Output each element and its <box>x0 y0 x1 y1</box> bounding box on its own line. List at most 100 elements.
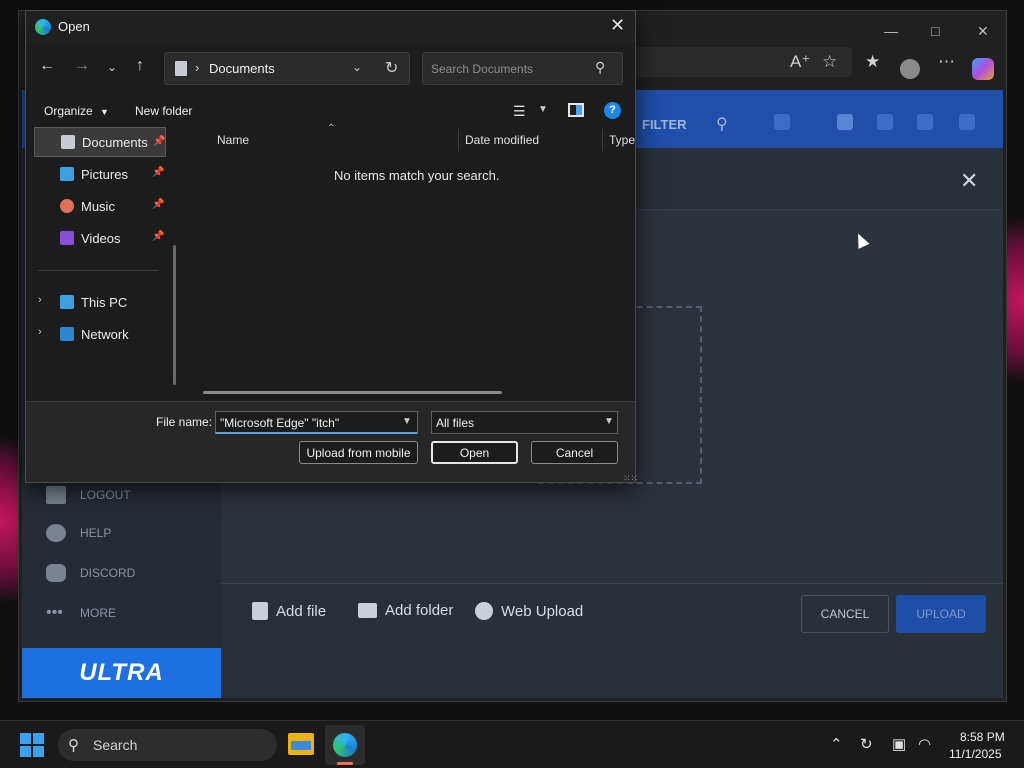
copilot-icon[interactable] <box>972 58 994 80</box>
chevron-down-icon[interactable]: ⌄ <box>352 60 362 74</box>
start-button[interactable] <box>20 733 44 757</box>
horizontal-scrollbar[interactable] <box>203 391 502 394</box>
network-icon[interactable]: ▣ <box>892 735 906 753</box>
grid-view-icon[interactable] <box>877 114 893 130</box>
refresh-icon[interactable]: ↻ <box>385 58 398 78</box>
column-header-type[interactable]: Type <box>609 133 635 147</box>
file-list-header: Name Date modified Type <box>190 127 635 155</box>
sidebar-item-discord[interactable]: DISCORD <box>46 564 135 582</box>
large-view-icon[interactable] <box>959 114 975 130</box>
new-folder-button[interactable]: New folder <box>135 104 192 118</box>
taskbar-search[interactable]: ⚲ Search <box>58 729 277 761</box>
file-type-select[interactable]: All files ▼ <box>431 411 618 434</box>
favorite-star-icon[interactable]: ☆ <box>822 52 837 72</box>
back-arrow-icon[interactable]: ← <box>39 57 55 75</box>
minimize-icon[interactable]: — <box>884 23 898 39</box>
sort-ascending-icon: ⌃ <box>327 123 336 134</box>
add-folder-icon <box>358 603 377 618</box>
column-header-name[interactable]: Name <box>217 133 249 147</box>
add-file-button[interactable]: Add file <box>252 602 326 620</box>
nav-item-pictures[interactable]: Pictures 📌 <box>34 159 166 189</box>
search-icon: ⚲ <box>68 737 79 754</box>
logout-icon <box>46 486 66 504</box>
videos-icon <box>60 231 74 245</box>
filter-label[interactable]: FILTER <box>642 117 687 132</box>
this-pc-icon <box>60 295 74 309</box>
file-name-label: File name: <box>156 415 213 429</box>
search-box[interactable]: ⚲ <box>422 52 623 85</box>
add-folder-button[interactable]: Add folder <box>358 602 453 619</box>
resize-grip-icon[interactable]: ⁙⁙ <box>623 473 638 484</box>
nav-item-network[interactable]: › Network <box>34 319 166 349</box>
documents-icon <box>175 61 187 76</box>
address-bar[interactable] <box>612 47 852 77</box>
file-explorer-icon[interactable] <box>288 733 314 755</box>
read-aloud-icon[interactable]: A⁺ <box>790 52 810 72</box>
app-cancel-button[interactable]: CANCEL <box>801 595 889 633</box>
maximize-icon[interactable]: □ <box>931 23 939 39</box>
web-upload-button[interactable]: Web Upload <box>475 602 583 620</box>
expand-chevron-icon[interactable]: › <box>38 326 42 338</box>
search-input[interactable] <box>431 60 591 78</box>
clock-time[interactable]: 8:58 PM <box>960 730 1005 744</box>
chevron-down-icon: ▼ <box>100 107 109 117</box>
empty-results-message: No items match your search. <box>334 168 500 183</box>
edge-logo-icon <box>35 19 51 35</box>
nav-item-documents[interactable]: Documents 📌 <box>34 127 166 157</box>
more-options-icon[interactable]: ⋯ <box>938 52 955 72</box>
expand-chevron-icon[interactable]: › <box>38 294 42 306</box>
sidebar-item-logout[interactable]: LOGOUT <box>46 486 131 504</box>
help-icon <box>46 524 66 542</box>
chevron-down-icon[interactable]: ▼ <box>538 104 548 115</box>
pin-icon: 📌 <box>153 136 166 147</box>
nav-item-this-pc[interactable]: › This PC <box>34 287 166 317</box>
file-name-combobox[interactable]: ▼ <box>215 411 418 434</box>
edge-logo-icon <box>333 733 357 757</box>
nav-item-music[interactable]: Music 📌 <box>34 191 166 221</box>
tiles-view-icon[interactable] <box>917 114 933 130</box>
breadcrumb[interactable]: › Documents ⌄ ↻ <box>164 52 410 85</box>
list-view-icon[interactable] <box>837 114 853 130</box>
clock-date[interactable]: 11/1/2025 <box>949 747 1002 761</box>
open-button[interactable]: Open <box>431 441 518 464</box>
column-divider[interactable] <box>458 129 459 151</box>
forward-arrow-icon[interactable]: → <box>74 57 90 75</box>
sync-icon[interactable]: ↻ <box>860 735 873 753</box>
cancel-button[interactable]: Cancel <box>531 441 618 464</box>
show-hidden-icons-chevron-icon[interactable]: ⌃ <box>830 735 843 753</box>
add-file-icon <box>252 602 268 620</box>
volume-muted-icon[interactable]: ◠ <box>918 735 931 753</box>
up-arrow-icon[interactable]: ↑ <box>136 57 144 75</box>
new-folder-icon[interactable] <box>774 114 790 130</box>
column-header-date-modified[interactable]: Date modified <box>465 133 539 147</box>
close-panel-icon[interactable]: ✕ <box>960 168 978 194</box>
documents-icon <box>61 135 75 149</box>
sidebar-item-help[interactable]: HELP <box>46 524 111 542</box>
nav-item-videos[interactable]: Videos 📌 <box>34 223 166 253</box>
edge-taskbar-button[interactable] <box>325 725 365 765</box>
sidebar-item-more[interactable]: ••• MORE <box>46 604 116 622</box>
chevron-down-icon[interactable]: ▼ <box>402 416 412 427</box>
profile-avatar-icon[interactable] <box>900 59 920 79</box>
app-upload-button[interactable]: UPLOAD <box>896 595 986 633</box>
add-folder-label: Add folder <box>385 602 454 619</box>
column-divider[interactable] <box>602 129 603 151</box>
preview-pane-icon[interactable] <box>568 103 584 117</box>
upload-from-mobile-button[interactable]: Upload from mobile <box>299 441 418 464</box>
pin-icon: 📌 <box>152 199 165 210</box>
recent-locations-chevron-icon[interactable]: ⌄ <box>107 60 117 74</box>
search-icon[interactable]: ⚲ <box>595 59 605 76</box>
view-options-icon[interactable]: ☰ <box>513 103 526 120</box>
close-icon[interactable]: ✕ <box>977 23 989 40</box>
file-name-input[interactable] <box>220 414 395 431</box>
nav-item-label: Music <box>81 198 115 214</box>
nav-divider <box>38 270 158 271</box>
nav-pane-scrollbar[interactable] <box>173 245 176 385</box>
discord-icon <box>46 564 66 582</box>
close-icon[interactable]: ✕ <box>610 15 625 36</box>
favorites-icon[interactable]: ★ <box>865 52 880 72</box>
search-icon[interactable]: ⚲ <box>716 114 732 133</box>
breadcrumb-item-documents[interactable]: Documents <box>209 61 275 76</box>
help-icon[interactable]: ? <box>604 102 621 119</box>
organize-menu[interactable]: Organize ▼ <box>44 104 109 118</box>
